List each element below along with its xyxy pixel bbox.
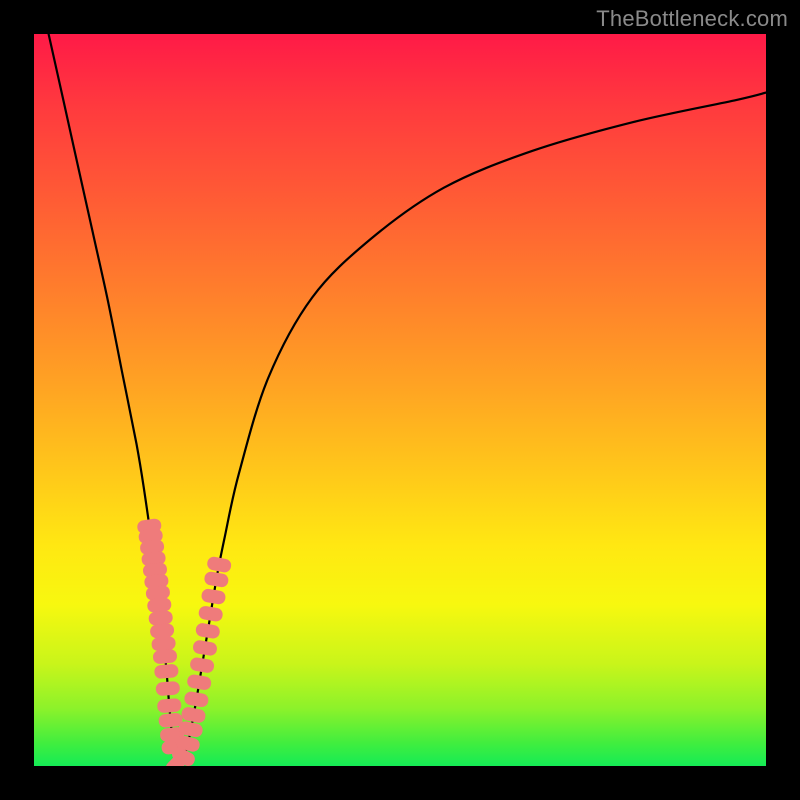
overlay-bead bbox=[206, 556, 232, 574]
overlay-bead bbox=[149, 623, 174, 639]
overlay-bead bbox=[186, 674, 212, 691]
overlay-bead bbox=[189, 657, 215, 674]
overlay-bead bbox=[201, 588, 227, 605]
overlay-bead bbox=[154, 664, 179, 680]
overlay-bead bbox=[155, 681, 180, 696]
dot-overlay-group bbox=[136, 518, 232, 766]
plot-area bbox=[34, 34, 766, 766]
overlay-bead bbox=[192, 639, 218, 656]
chart-frame: TheBottleneck.com bbox=[0, 0, 800, 800]
overlay-bead bbox=[148, 610, 173, 626]
overlay-bead bbox=[157, 698, 182, 714]
watermark-text: TheBottleneck.com bbox=[596, 6, 788, 32]
overlay-bead bbox=[151, 636, 176, 652]
curve-layer bbox=[34, 34, 766, 766]
overlay-bead bbox=[198, 605, 224, 622]
overlay-bead bbox=[180, 706, 206, 724]
overlay-bead bbox=[183, 691, 209, 708]
overlay-bead bbox=[195, 622, 221, 639]
overlay-bead bbox=[203, 571, 229, 588]
overlay-bead bbox=[152, 649, 177, 665]
